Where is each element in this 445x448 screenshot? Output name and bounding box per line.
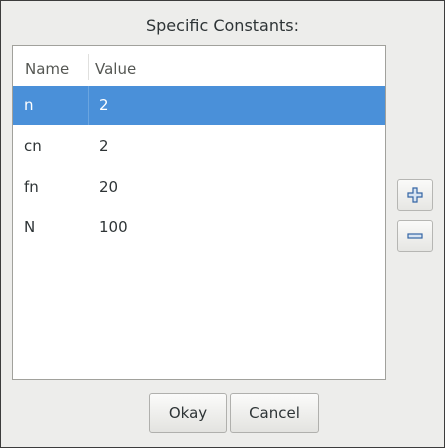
row-value-cell[interactable]: 100 (99, 218, 128, 236)
cancel-button[interactable]: Cancel (230, 393, 319, 433)
dialog-title: Specific Constants: (145, 16, 299, 35)
add-constant-button[interactable] (397, 179, 433, 211)
row-name-cell[interactable]: n (24, 96, 34, 114)
column-divider (88, 127, 89, 166)
column-divider (88, 168, 89, 207)
table-header: Name Value (13, 46, 385, 86)
remove-constant-button[interactable] (397, 220, 433, 252)
row-value-cell[interactable]: 2 (99, 96, 109, 114)
table-row[interactable]: cn 2 (13, 127, 385, 166)
row-value-cell[interactable]: 2 (99, 137, 109, 155)
column-header-name[interactable]: Name (25, 60, 69, 78)
okay-button[interactable]: Okay (149, 393, 227, 433)
column-divider (88, 208, 89, 247)
row-value-cell[interactable]: 20 (99, 178, 118, 196)
constants-dialog: Specific Constants: Name Value n 2 cn 2 … (0, 0, 445, 448)
column-divider (88, 86, 89, 125)
table-row[interactable]: fn 20 (13, 168, 385, 207)
table-row[interactable]: N 100 (13, 208, 385, 247)
minus-icon (407, 233, 423, 239)
row-name-cell[interactable]: N (24, 218, 35, 236)
plus-icon (407, 187, 423, 203)
table-row[interactable]: n 2 (13, 86, 385, 125)
column-header-value[interactable]: Value (95, 60, 136, 78)
constants-table[interactable]: Name Value n 2 cn 2 fn 20 N 100 (12, 45, 386, 380)
column-divider (88, 54, 89, 80)
row-name-cell[interactable]: fn (24, 178, 39, 196)
row-name-cell[interactable]: cn (24, 137, 42, 155)
